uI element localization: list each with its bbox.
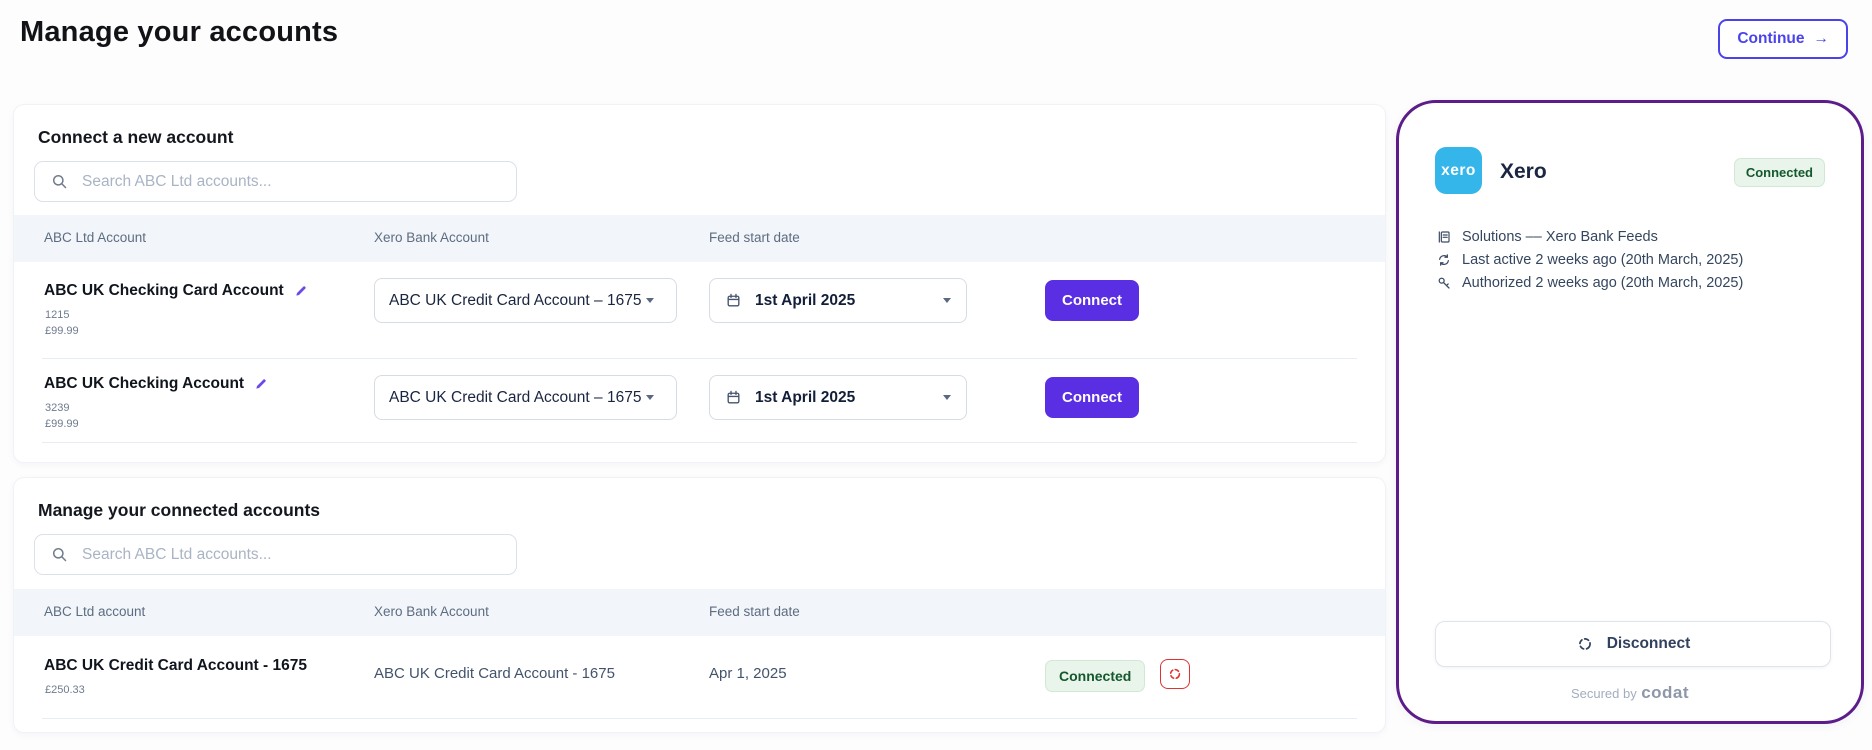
connected-search-input[interactable] xyxy=(82,546,501,564)
xero-logo-text: xero xyxy=(1441,162,1476,180)
search-icon xyxy=(50,545,69,564)
status-badge: Connected xyxy=(1045,660,1145,692)
row-divider xyxy=(42,442,1357,443)
continue-button-label: Continue xyxy=(1737,30,1804,48)
xero-integration-panel: xero Xero Connected Solutions –– Xero Ba… xyxy=(1396,100,1864,724)
chevron-down-icon xyxy=(646,298,654,303)
page-title: Manage your accounts xyxy=(20,16,338,49)
account-number: 3239 xyxy=(45,402,69,414)
connected-search-box xyxy=(34,534,517,575)
feed-start-date-value: 1st April 2025 xyxy=(755,389,930,407)
column-header-abc-account: ABC Ltd account xyxy=(44,604,145,619)
key-icon xyxy=(1436,275,1452,291)
connected-section-title: Manage your connected accounts xyxy=(38,500,320,521)
feed-start-date-value: Apr 1, 2025 xyxy=(709,665,787,682)
column-header-abc-account: ABC Ltd Account xyxy=(44,230,146,245)
xero-account-select-value: ABC UK Credit Card Account – 1675 xyxy=(389,389,641,407)
disconnect-account-button[interactable] xyxy=(1160,659,1190,689)
status-badge: Connected xyxy=(1734,158,1825,187)
xero-account-select-value: ABC UK Credit Card Account – 1675 xyxy=(389,292,641,310)
account-balance: £99.99 xyxy=(45,418,79,430)
column-header-xero-account: Xero Bank Account xyxy=(374,604,489,619)
account-balance: £99.99 xyxy=(45,325,79,337)
column-header-xero-account: Xero Bank Account xyxy=(374,230,489,245)
account-number: 1215 xyxy=(45,309,69,321)
broken-link-icon xyxy=(1167,666,1183,682)
codat-logo: codat xyxy=(1641,683,1689,702)
connect-section-title: Connect a new account xyxy=(38,127,233,148)
integration-name: Xero xyxy=(1500,160,1547,184)
continue-button[interactable]: Continue → xyxy=(1718,19,1848,59)
table-row: ABC UK Checking Account 3239 £99.99 ABC … xyxy=(14,359,1385,442)
edit-pencil-icon[interactable] xyxy=(254,377,268,391)
disconnect-button-label: Disconnect xyxy=(1607,635,1691,653)
detail-text: Last active 2 weeks ago (20th March, 202… xyxy=(1462,252,1743,268)
feed-start-date-picker[interactable]: 1st April 2025 xyxy=(709,375,967,420)
connected-table-header: ABC Ltd account Xero Bank Account Feed s… xyxy=(14,589,1385,636)
account-name: ABC UK Checking Card Account xyxy=(44,282,284,300)
feed-start-date-value: 1st April 2025 xyxy=(755,292,930,310)
calendar-icon xyxy=(725,389,742,406)
arrow-right-icon: → xyxy=(1814,30,1830,48)
connect-button[interactable]: Connect xyxy=(1045,377,1139,418)
calendar-icon xyxy=(725,292,742,309)
connected-accounts-card: Manage your connected accounts ABC Ltd a… xyxy=(14,478,1385,732)
xero-account-value: ABC UK Credit Card Account - 1675 xyxy=(374,665,615,682)
connect-button[interactable]: Connect xyxy=(1045,280,1139,321)
search-icon xyxy=(50,172,69,191)
secured-by-text: Secured by xyxy=(1571,686,1637,701)
account-balance: £250.33 xyxy=(45,684,85,696)
connect-search-input[interactable] xyxy=(82,173,501,191)
detail-text: Solutions –– Xero Bank Feeds xyxy=(1462,229,1658,245)
connect-table-header: ABC Ltd Account Xero Bank Account Feed s… xyxy=(14,215,1385,262)
detail-text: Authorized 2 weeks ago (20th March, 2025… xyxy=(1462,275,1743,291)
secured-by: Secured by codat xyxy=(1399,683,1861,703)
account-name: ABC UK Checking Account xyxy=(44,375,244,393)
xero-account-select[interactable]: ABC UK Credit Card Account – 1675 xyxy=(374,278,677,323)
table-row: ABC UK Credit Card Account - 1675 £250.3… xyxy=(14,636,1385,718)
sync-icon xyxy=(1436,252,1452,268)
broken-link-icon xyxy=(1576,635,1594,653)
detail-last-active: Last active 2 weeks ago (20th March, 202… xyxy=(1436,252,1743,268)
account-name: ABC UK Credit Card Account - 1675 xyxy=(44,657,307,675)
connect-search-box xyxy=(34,161,517,202)
chevron-down-icon xyxy=(943,395,951,400)
detail-authorized: Authorized 2 weeks ago (20th March, 2025… xyxy=(1436,275,1743,291)
feed-start-date-picker[interactable]: 1st April 2025 xyxy=(709,278,967,323)
connect-new-account-card: Connect a new account ABC Ltd Account Xe… xyxy=(14,105,1385,462)
bank-feeds-icon xyxy=(1436,229,1452,245)
chevron-down-icon xyxy=(943,298,951,303)
disconnect-button[interactable]: Disconnect xyxy=(1435,621,1831,667)
chevron-down-icon xyxy=(646,395,654,400)
table-row: ABC UK Checking Card Account 1215 £99.99… xyxy=(14,262,1385,358)
row-divider xyxy=(42,718,1357,719)
detail-solutions: Solutions –– Xero Bank Feeds xyxy=(1436,229,1743,245)
column-header-feed-date: Feed start date xyxy=(709,230,800,245)
edit-pencil-icon[interactable] xyxy=(294,284,308,298)
xero-account-select[interactable]: ABC UK Credit Card Account – 1675 xyxy=(374,375,677,420)
integration-details: Solutions –– Xero Bank Feeds Last active… xyxy=(1436,229,1743,291)
column-header-feed-date: Feed start date xyxy=(709,604,800,619)
xero-logo: xero xyxy=(1435,147,1482,194)
